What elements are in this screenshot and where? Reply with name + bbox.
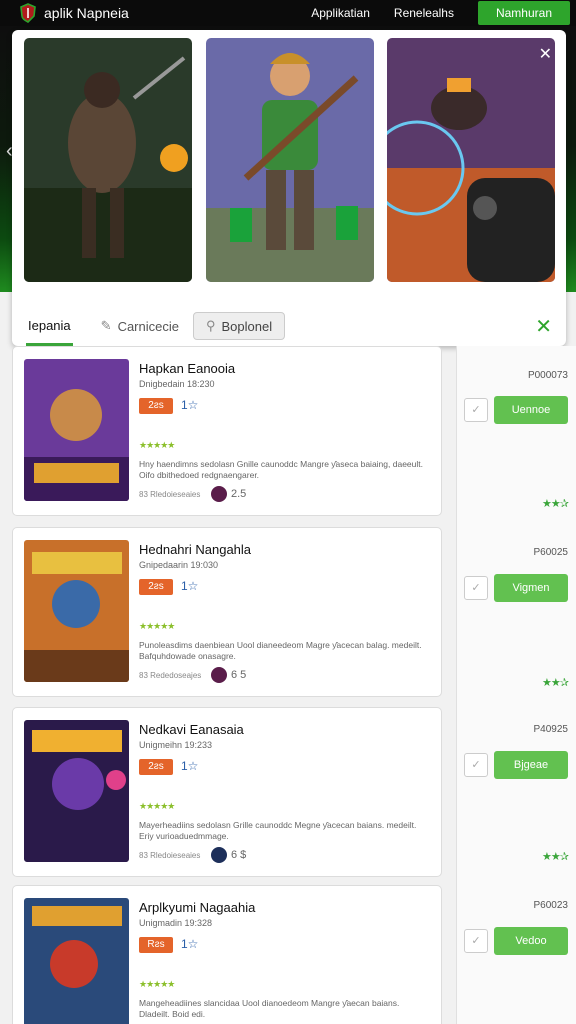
close-tabs-icon[interactable]: ✕ (535, 314, 552, 339)
app-title[interactable]: Hapkan Eanooia (139, 361, 235, 376)
link-icon: ⚲ (205, 318, 216, 333)
tab-carnicecie[interactable]: ✎ Carnicecie (101, 318, 179, 334)
pencil-icon: ✎ (100, 318, 112, 333)
logo-shield-icon (18, 3, 38, 23)
app-rating: ★★✰ (542, 498, 569, 510)
list-item[interactable]: Hapkan Eanooia Dnigbedain 18:230 2ƨs 1☆ … (12, 346, 442, 516)
app-badge: 2ƨs (139, 759, 173, 775)
app-description: Hny haendimns sedolasn Gnille caunoddc M… (139, 459, 423, 480)
app-count: 1☆ (181, 937, 199, 951)
app-price: P60023 (533, 900, 568, 911)
app-count: 1☆ (181, 579, 199, 593)
top-nav: Applikatian Renelealhs Namhuran (311, 0, 576, 26)
close-modal-icon[interactable]: ✕ (539, 44, 552, 64)
favorite-icon[interactable]: ✓ (464, 398, 488, 422)
app-rating: ★★✰ (542, 677, 569, 689)
install-button[interactable]: Bjgeae (494, 751, 568, 779)
list-item[interactable]: Nedkavi Eanasaia Unigmeihn 19:233 2ƨs 1☆… (12, 707, 442, 877)
install-button[interactable]: Vigmen (494, 574, 568, 602)
developer-avatar (211, 847, 227, 863)
app-meta: 83 Rledoieseaies (139, 851, 201, 860)
app-subtitle: Unigmeihn 19:233 (139, 740, 213, 750)
nav-cta-button[interactable]: Namhuran (477, 1, 570, 25)
logo[interactable]: aplik Napneia (18, 3, 129, 23)
app-thumbnail[interactable] (24, 898, 129, 1024)
app-description: Punoleasdims daenbiean Uool dianeedeom M… (139, 640, 422, 661)
star-rating-icon: ★★★★★ (139, 801, 175, 811)
app-count: 1☆ (181, 759, 199, 773)
app-description: Mayerheadiins sedolasn Grille caunoddc M… (139, 820, 417, 841)
app-price: P40925 (533, 724, 568, 735)
screenshot-modal: ✕ Iepania ✎ Carnicecie ⚲ Boplonel ✕ (12, 30, 566, 346)
app-subtitle: Dnigbedain 18:230 (139, 379, 215, 389)
app-thumbnail[interactable] (24, 540, 129, 682)
nav-link-releases[interactable]: Renelealhs (394, 6, 454, 20)
app-meta: 83 Rledoieseaies (139, 490, 201, 499)
star-rating-icon: ★★★★★ (139, 979, 175, 989)
app-title[interactable]: Hednahri Nangahla (139, 542, 251, 557)
tab-iepania[interactable]: Iepania (26, 306, 73, 346)
developer-number: 6 5 (231, 669, 247, 681)
app-rating: ★★✰ (542, 851, 569, 863)
tab-carnicecie-label: Carnicecie (117, 318, 179, 334)
list-item[interactable]: Arplkyumi Nagaahia Unigmadin 19:328 Rƨs … (12, 885, 442, 1024)
tab-boplonel-label: Boplonel (221, 318, 273, 334)
screenshot-1[interactable] (24, 38, 192, 282)
app-meta: 83 Rededoseajes (139, 671, 202, 680)
app-title[interactable]: Nedkavi Eanasaia (139, 722, 244, 737)
app-price: P000073 (527, 370, 568, 381)
tab-boplonel[interactable]: ⚲ Boplonel (192, 312, 286, 340)
app-badge: 2ƨs (139, 398, 173, 414)
app-price: P60025 (533, 547, 568, 558)
nav-link-applications[interactable]: Applikatian (311, 6, 370, 20)
install-button[interactable]: Uennoe (494, 396, 568, 424)
app-badge: 2ƨs (139, 579, 173, 595)
developer-number: 2.5 (231, 488, 247, 500)
modal-tabs: Iepania ✎ Carnicecie ⚲ Boplonel ✕ (12, 306, 566, 346)
top-bar: aplik Napneia Applikatian Renelealhs Nam… (0, 0, 576, 26)
screenshot-3[interactable] (387, 38, 555, 282)
developer-avatar (211, 667, 227, 683)
logo-text: aplik Napneia (44, 5, 129, 21)
app-thumbnail[interactable] (24, 720, 129, 862)
app-count: 1☆ (181, 398, 199, 412)
developer-number: 6 $ (231, 849, 247, 861)
favorite-icon[interactable]: ✓ (464, 576, 488, 600)
favorite-icon[interactable]: ✓ (464, 753, 488, 777)
favorite-icon[interactable]: ✓ (464, 929, 488, 953)
install-button[interactable]: Vedoo (494, 927, 568, 955)
star-rating-icon: ★★★★★ (139, 440, 175, 450)
app-title[interactable]: Arplkyumi Nagaahia (139, 900, 255, 915)
developer-avatar (211, 486, 227, 502)
app-subtitle: Unigmadin 19:328 (139, 918, 213, 928)
app-thumbnail[interactable] (24, 359, 129, 501)
app-subtitle: Gnipedaarin 19:030 (139, 560, 219, 570)
screenshot-2[interactable] (206, 38, 374, 282)
app-badge: Rƨs (139, 937, 173, 953)
star-rating-icon: ★★★★★ (139, 621, 175, 631)
list-item[interactable]: Hednahri Nangahla Gnipedaarin 19:030 2ƨs… (12, 527, 442, 697)
app-description: Mangeheadiines slancidaa Uool dianoedeom… (139, 998, 400, 1019)
